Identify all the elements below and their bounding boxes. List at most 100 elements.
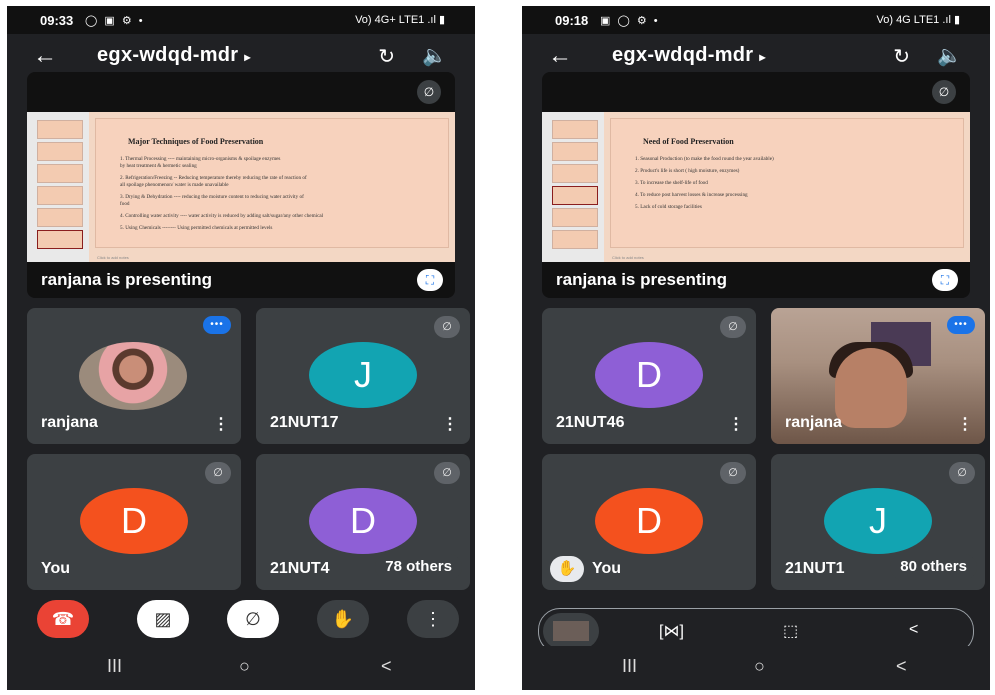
participant-name: 21NUT1 bbox=[785, 560, 845, 577]
slide-notes: Click to add notes bbox=[97, 255, 129, 260]
avatar: D bbox=[595, 488, 703, 554]
slide-content: Need of Food Preservation 1. Seasonal Pr… bbox=[610, 118, 964, 248]
participant-tile[interactable]: ••• ranjana ⋮ bbox=[27, 308, 241, 444]
avatar bbox=[79, 342, 187, 410]
avatar: D bbox=[595, 342, 703, 408]
raised-hand-icon: ✋ bbox=[550, 556, 584, 582]
presentation-tile[interactable]: ∅ Need of Food Preservation 1. Seasonal … bbox=[542, 72, 970, 298]
slide-line: 3. To increase the shelf-life of food bbox=[635, 180, 708, 186]
phone-screen-left: 09:33 ◯ ▣ ⚙ • Vo) 4G+ LTE1 .ıl ▮ ← egx-w… bbox=[7, 6, 475, 690]
more-options-icon[interactable]: ⋮ bbox=[728, 414, 744, 434]
call-controls: ☎ ▨ ∅ ✋ ⋮ bbox=[7, 600, 475, 646]
recent-apps-icon[interactable]: III bbox=[107, 656, 122, 677]
caret-right-icon: ▸ bbox=[244, 50, 251, 64]
status-bar: 09:18 ▣ ◯ ⚙ • Vo) 4G LTE1 .ıl ▮ bbox=[522, 6, 990, 34]
presenter-label: ranjana is presenting bbox=[556, 270, 727, 289]
presenter-label: ranjana is presenting bbox=[41, 270, 212, 289]
others-count[interactable]: 80 others bbox=[890, 554, 977, 580]
switch-camera-icon[interactable]: ↻ bbox=[893, 44, 910, 69]
slide-thumbnail bbox=[37, 208, 83, 227]
speaker-icon[interactable]: 🔈 bbox=[937, 43, 962, 68]
slide-line: 4. To reduce post harvest losses & incre… bbox=[635, 192, 748, 198]
participant-name: 21NUT4 bbox=[270, 560, 330, 577]
back-arrow-icon[interactable]: ← bbox=[33, 42, 57, 70]
mic-off-icon: ∅ bbox=[434, 462, 460, 484]
participant-tile[interactable]: ∅ D ✋ You bbox=[542, 454, 756, 590]
slide-line: 2. Refrigeration/Freezing -- Reducing te… bbox=[120, 175, 307, 181]
slide-thumbnail bbox=[37, 186, 83, 205]
back-arrow-icon[interactable]: ← bbox=[548, 42, 572, 70]
others-count[interactable]: 78 others bbox=[375, 554, 462, 580]
camera-off-button[interactable]: ▨ bbox=[137, 600, 189, 638]
meeting-code-text: egx-wdqd-mdr bbox=[97, 44, 239, 66]
home-icon[interactable]: ○ bbox=[239, 656, 250, 677]
speaking-indicator-icon: ••• bbox=[947, 316, 975, 334]
end-call-button[interactable]: ☎ bbox=[37, 600, 89, 638]
mic-off-icon: ∅ bbox=[720, 316, 746, 338]
screen-preview-thumbnail[interactable] bbox=[543, 613, 599, 649]
video-face bbox=[835, 348, 907, 428]
phone-screen-right: 09:18 ▣ ◯ ⚙ • Vo) 4G LTE1 .ıl ▮ ← egx-wd… bbox=[522, 6, 990, 690]
shared-slide: Major Techniques of Food Preservation 1.… bbox=[27, 112, 455, 262]
home-icon[interactable]: ○ bbox=[754, 656, 765, 677]
status-bar: 09:33 ◯ ▣ ⚙ • Vo) 4G+ LTE1 .ıl ▮ bbox=[7, 6, 475, 34]
scan-icon[interactable]: [⋈] bbox=[659, 621, 684, 641]
crop-icon[interactable]: ⬚ bbox=[783, 621, 798, 641]
slide-thumbnail bbox=[37, 120, 83, 139]
nav-back-icon[interactable]: < bbox=[381, 656, 392, 677]
mic-off-button[interactable]: ∅ bbox=[227, 600, 279, 638]
participant-tile[interactable]: ∅ D 21NUT46 ⋮ bbox=[542, 308, 756, 444]
more-options-icon[interactable]: ⋮ bbox=[957, 414, 973, 434]
slide-thumbnail bbox=[552, 164, 598, 183]
slide-line: 2. Product's life is short ( high moistu… bbox=[635, 168, 740, 174]
share-icon[interactable]: < bbox=[909, 621, 918, 639]
slide-line: food bbox=[120, 201, 130, 207]
meeting-code-text: egx-wdqd-mdr bbox=[612, 44, 754, 66]
speaking-indicator-icon: ••• bbox=[203, 316, 231, 334]
slide-content: Major Techniques of Food Preservation 1.… bbox=[95, 118, 449, 248]
slide-line: 1. Thermal Processing ---- maintaining m… bbox=[120, 156, 281, 162]
slide-thumbnail bbox=[37, 164, 83, 183]
more-options-icon[interactable]: ⋮ bbox=[213, 414, 229, 434]
raise-hand-button[interactable]: ✋ bbox=[317, 600, 369, 638]
status-time: 09:33 bbox=[40, 13, 74, 28]
android-nav-bar: III ○ < bbox=[522, 646, 990, 690]
slide-thumbnails bbox=[542, 112, 604, 262]
avatar: D bbox=[80, 488, 188, 554]
network-indicator: Vo) 4G+ LTE1 .ıl ▮ bbox=[355, 14, 445, 26]
slide-line: 5. Using Chemicals -------- Using permit… bbox=[120, 225, 273, 231]
switch-camera-icon[interactable]: ↻ bbox=[378, 44, 395, 69]
participant-tile[interactable]: ∅ J 21NUT1 80 others bbox=[771, 454, 985, 590]
status-icons: ◯ ▣ ⚙ • bbox=[85, 15, 145, 27]
shared-slide: Need of Food Preservation 1. Seasonal Pr… bbox=[542, 112, 970, 262]
avatar: J bbox=[309, 342, 417, 408]
slide-notes: Click to add notes bbox=[612, 255, 644, 260]
meeting-code[interactable]: egx-wdqd-mdr ▸ bbox=[612, 44, 766, 67]
nav-back-icon[interactable]: < bbox=[896, 656, 907, 677]
more-options-icon[interactable]: ⋮ bbox=[442, 414, 458, 434]
slide-thumbnail bbox=[37, 142, 83, 161]
android-nav-bar: III ○ < bbox=[7, 646, 475, 690]
slide-thumbnail-selected bbox=[552, 186, 598, 205]
slide-title: Major Techniques of Food Preservation bbox=[128, 137, 264, 146]
avatar: D bbox=[309, 488, 417, 554]
fullscreen-icon[interactable]: ⛶ bbox=[932, 269, 958, 291]
participant-tile[interactable]: ∅ D You bbox=[27, 454, 241, 590]
participant-name: ranjana bbox=[41, 414, 98, 431]
fullscreen-icon[interactable]: ⛶ bbox=[417, 269, 443, 291]
status-time: 09:18 bbox=[555, 13, 589, 28]
participant-video-tile[interactable]: ••• ranjana ⋮ bbox=[771, 308, 985, 444]
slide-thumbnails bbox=[27, 112, 89, 262]
avatar: J bbox=[824, 488, 932, 554]
speaker-icon[interactable]: 🔈 bbox=[422, 43, 447, 68]
slide-line: 1. Seasonal Production (to make the food… bbox=[635, 156, 774, 162]
presentation-tile[interactable]: ∅ Major Techniques of Food Preservation … bbox=[27, 72, 455, 298]
more-options-button[interactable]: ⋮ bbox=[407, 600, 459, 638]
participant-tile[interactable]: ∅ D 21NUT4 78 others bbox=[256, 454, 470, 590]
meeting-code[interactable]: egx-wdqd-mdr ▸ bbox=[97, 44, 251, 67]
slide-thumbnail bbox=[552, 120, 598, 139]
mic-off-icon: ∅ bbox=[932, 80, 956, 104]
slide-line: all spoilage phenomenon/ water is made u… bbox=[120, 182, 229, 188]
participant-tile[interactable]: ∅ J 21NUT17 ⋮ bbox=[256, 308, 470, 444]
recent-apps-icon[interactable]: III bbox=[622, 656, 637, 677]
